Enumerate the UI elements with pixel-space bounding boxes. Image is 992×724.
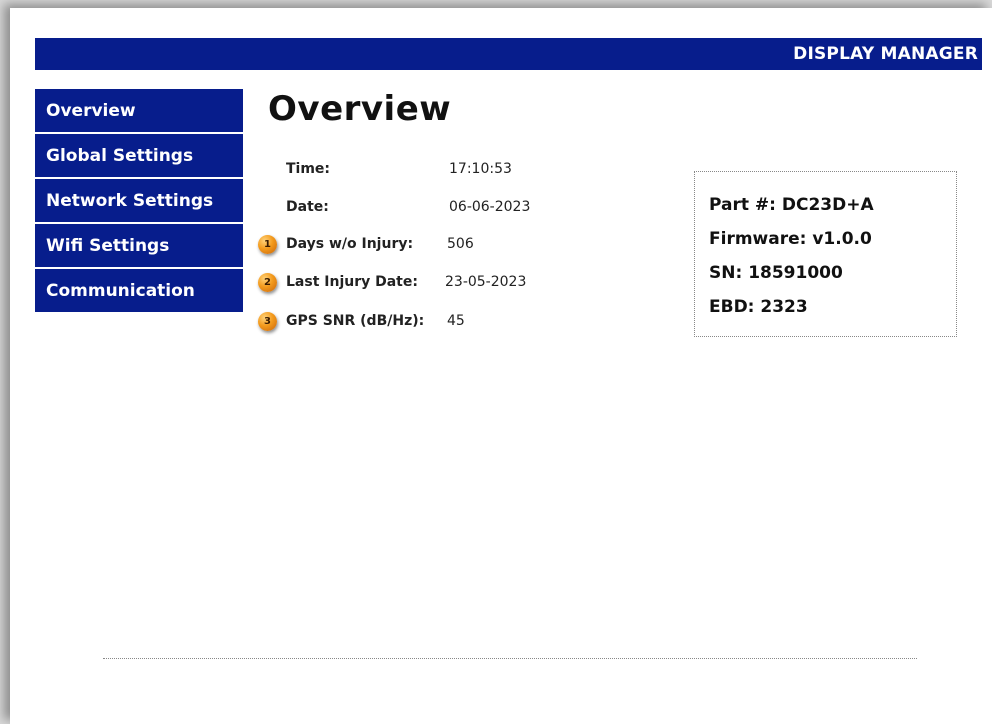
info-row-days-without-injury: 1 Days w/o Injury: 506 (258, 234, 474, 254)
days-without-injury-label: Days w/o Injury: (286, 236, 414, 252)
sidebar-item-overview[interactable]: Overview (35, 89, 243, 132)
app-title: DISPLAY MANAGER (793, 44, 978, 64)
device-info-box: Part #: DC23D+A Firmware: v1.0.0 SN: 185… (694, 171, 957, 337)
last-injury-date-label: Last Injury Date: (286, 274, 418, 290)
sidebar-item-wifi-settings[interactable]: Wifi Settings (35, 224, 243, 267)
callout-badge-1: 1 (258, 234, 277, 254)
info-row-gps-snr: 3 GPS SNR (dB/Hz): 45 (258, 311, 465, 331)
time-value: 17:10:53 (449, 161, 512, 177)
sidebar-nav: Overview Global Settings Network Setting… (35, 89, 243, 314)
gps-snr-label: GPS SNR (dB/Hz): (286, 313, 425, 329)
gps-snr-value: 45 (447, 313, 465, 329)
callout-badge-2: 2 (258, 272, 277, 292)
days-without-injury-value: 506 (447, 236, 474, 252)
callout-badge-3: 3 (258, 311, 277, 331)
serial-number-text: SN: 18591000 (709, 263, 843, 283)
time-label: Time: (286, 161, 331, 177)
date-value: 06-06-2023 (449, 199, 531, 215)
info-row-time: Time: 17:10:53 (286, 161, 512, 177)
sidebar-item-global-settings[interactable]: Global Settings (35, 134, 243, 177)
footer-divider (103, 658, 917, 659)
page-title: Overview (268, 89, 452, 129)
info-row-last-injury-date: 2 Last Injury Date: 23-05-2023 (258, 272, 526, 292)
sidebar-item-network-settings[interactable]: Network Settings (35, 179, 243, 222)
part-number-text: Part #: DC23D+A (709, 195, 874, 215)
ebd-text: EBD: 2323 (709, 297, 808, 317)
sidebar-item-communication[interactable]: Communication (35, 269, 243, 312)
header-banner: DISPLAY MANAGER (35, 38, 982, 70)
date-label: Date: (286, 199, 329, 215)
firmware-text: Firmware: v1.0.0 (709, 229, 872, 249)
info-row-date: Date: 06-06-2023 (286, 199, 530, 215)
last-injury-date-value: 23-05-2023 (445, 274, 527, 290)
